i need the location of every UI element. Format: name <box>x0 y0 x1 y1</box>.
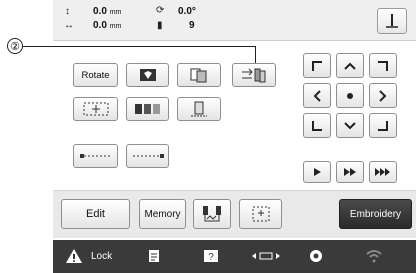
corner-up-left-icon <box>312 60 322 71</box>
move-up-right-button[interactable] <box>369 53 397 78</box>
chevron-down-icon <box>344 121 356 129</box>
needle-icon <box>386 14 398 28</box>
move-left-button[interactable] <box>303 83 331 108</box>
wireless-button[interactable] <box>365 248 383 264</box>
rotate-button[interactable]: Rotate <box>73 63 118 87</box>
help-button[interactable]: ? <box>203 249 219 263</box>
frame-area-icon <box>252 206 269 222</box>
stitch-right-button[interactable] <box>126 144 169 168</box>
frame-move-icon <box>252 252 280 260</box>
mirror-image-button[interactable] <box>126 63 169 87</box>
trial-button[interactable] <box>193 199 231 229</box>
horizontal-arrows-icon: ↔ <box>64 20 74 31</box>
stitch-left-button[interactable] <box>73 144 118 168</box>
chevron-right-icon <box>379 89 387 102</box>
forward-ten-button[interactable] <box>336 161 364 183</box>
corner-up-right-icon <box>378 60 388 71</box>
y-position-unit: mm <box>109 9 122 16</box>
x-position: 0.0 mm <box>93 20 121 31</box>
move-down-left-button[interactable] <box>303 113 331 138</box>
lock-label: Lock <box>91 250 113 262</box>
corner-down-right-icon <box>378 120 388 131</box>
warning-icon <box>66 249 82 263</box>
bottom-toolbar: Edit Memory Embroidery <box>53 190 416 238</box>
memory-button[interactable]: Memory <box>139 199 186 229</box>
status-bar: ↕ ↔ 0.0 mm 0.0 mm ⟳ ▮ 0.0° 9 <box>53 0 416 41</box>
document-icon <box>149 250 159 262</box>
forward-one-button[interactable] <box>303 161 331 183</box>
move-right-button[interactable] <box>369 83 397 108</box>
callout-line <box>21 46 256 47</box>
right-stitch-icon <box>132 154 164 158</box>
move-up-left-button[interactable] <box>303 53 331 78</box>
border-icon <box>191 101 207 117</box>
play-icon <box>314 168 321 176</box>
y-position-value: 0.0 <box>93 6 107 17</box>
document-button[interactable] <box>148 249 160 263</box>
array-button[interactable] <box>126 97 169 121</box>
callout-number: ② <box>7 38 23 54</box>
change-thread-color-button[interactable] <box>232 63 276 87</box>
angle-value: 0.0° <box>178 6 196 17</box>
chevron-up-icon <box>344 62 356 70</box>
wifi-icon <box>366 250 382 263</box>
lock-button[interactable]: Lock <box>65 248 112 264</box>
frame-move-button[interactable] <box>251 250 281 262</box>
thread-spool-icon: ▮ <box>157 20 163 31</box>
needle-position-button[interactable] <box>377 8 407 34</box>
settings-button[interactable] <box>308 248 324 264</box>
move-down-button[interactable] <box>336 113 364 138</box>
sew-trial-icon <box>203 206 221 222</box>
center-button[interactable] <box>73 97 118 121</box>
skip-forward-icon <box>375 168 390 176</box>
array-icon <box>134 104 160 114</box>
embroidery-button[interactable]: Embroidery <box>339 199 412 229</box>
move-down-right-button[interactable] <box>369 113 397 138</box>
svg-text:?: ? <box>208 252 214 263</box>
callout-line-vertical <box>255 46 256 63</box>
screen: ↕ ↔ 0.0 mm 0.0 mm ⟳ ▮ 0.0° 9 Rotate Edit… <box>21 0 416 273</box>
thread-count: 9 <box>189 20 195 31</box>
x-position-value: 0.0 <box>93 20 107 31</box>
footer-bar: Lock ? <box>53 240 416 273</box>
arrange-layer-icon <box>242 68 266 83</box>
forward-hundred-button[interactable] <box>369 161 397 183</box>
mirror-image-icon <box>139 69 156 81</box>
duplicate-icon <box>190 68 207 83</box>
move-up-button[interactable] <box>336 53 364 78</box>
check-embroidery-area-button[interactable] <box>239 199 282 229</box>
chevron-left-icon <box>313 89 321 102</box>
corner-down-left-icon <box>312 120 322 131</box>
fast-forward-icon <box>344 168 356 176</box>
vertical-arrows-icon: ↕ <box>65 6 70 17</box>
center-icon <box>83 102 108 116</box>
x-position-unit: mm <box>109 23 122 30</box>
duplicate-button[interactable] <box>177 63 221 87</box>
rotate-angle-icon: ⟳ <box>156 5 165 16</box>
left-stitch-icon <box>79 154 110 158</box>
help-icon: ? <box>204 250 218 263</box>
y-position: 0.0 mm <box>93 6 121 17</box>
center-dot-icon <box>347 92 353 99</box>
gear-icon <box>310 250 322 262</box>
move-center-button[interactable] <box>336 83 364 108</box>
edit-button[interactable]: Edit <box>61 199 130 229</box>
border-button[interactable] <box>177 97 221 121</box>
